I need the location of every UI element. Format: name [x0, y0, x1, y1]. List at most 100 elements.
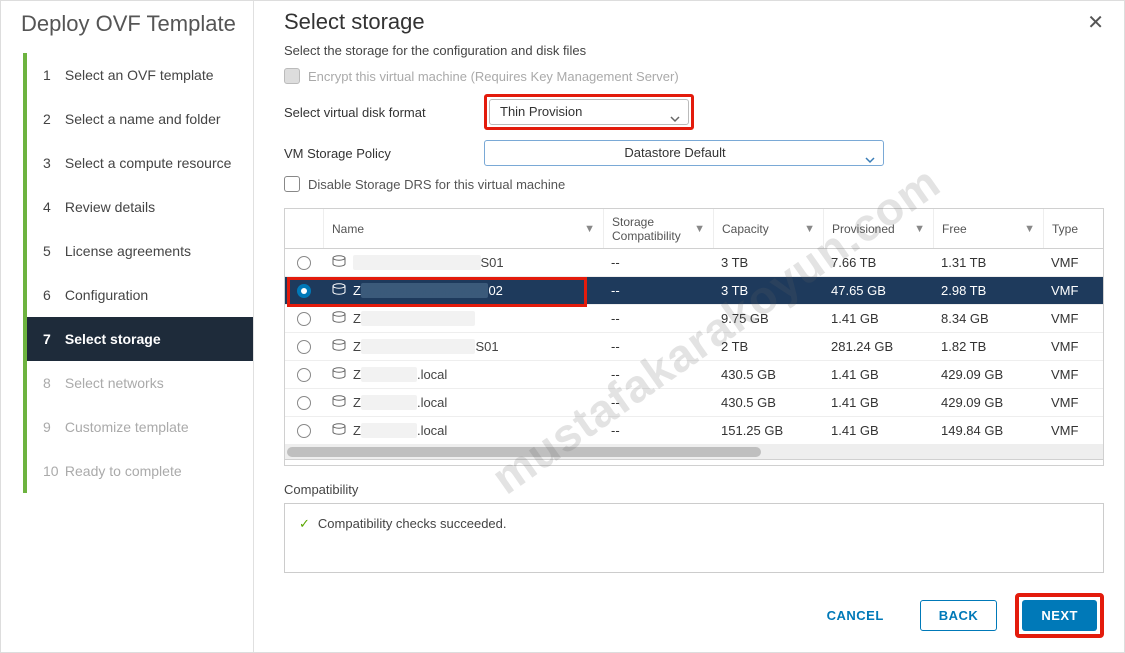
wizard-content: Select storage ✕ Select the storage for … [254, 1, 1124, 652]
check-icon: ✓ [299, 516, 310, 532]
col-free[interactable]: Free▼ [933, 209, 1043, 248]
row-type: VMF [1043, 311, 1103, 326]
table-row[interactable]: xxxxxxxxxxxxxxxxxxxS01--3 TB7.66 TB1.31 … [285, 249, 1103, 277]
row-storage-compat: -- [603, 339, 713, 354]
wizard-step-8[interactable]: 8 Select networks [27, 361, 253, 405]
row-type: VMF [1043, 339, 1103, 354]
wizard-step-2[interactable]: 2 Select a name and folder [27, 97, 253, 141]
wizard-step-6[interactable]: 6 Configuration [27, 273, 253, 317]
chevron-down-icon [670, 108, 680, 132]
close-icon[interactable]: ✕ [1087, 10, 1104, 35]
disk-format-label: Select virtual disk format [284, 105, 484, 120]
table-row[interactable]: Zxxxxxxxxxxxxxxxxx--9.75 GB1.41 GB8.34 G… [285, 305, 1103, 333]
datastore-icon [331, 367, 347, 382]
row-type: VMF [1043, 423, 1103, 438]
row-name: xxxxxxxxxxxxxxxxxxxS01 [323, 255, 603, 270]
row-radio[interactable] [297, 284, 311, 298]
vm-policy-label: VM Storage Policy [284, 146, 484, 161]
row-free: 2.98 TB [933, 283, 1043, 298]
datastore-icon [331, 255, 347, 270]
row-storage-compat: -- [603, 311, 713, 326]
compat-label: Compatibility [284, 482, 1104, 497]
wizard-step-3[interactable]: 3 Select a compute resource [27, 141, 253, 185]
row-radio[interactable] [297, 396, 311, 410]
vm-policy-select[interactable]: Datastore Default [484, 140, 884, 166]
row-type: VMF [1043, 395, 1103, 410]
wizard-title: Deploy OVF Template [21, 11, 253, 37]
row-type: VMF [1043, 255, 1103, 270]
row-capacity: 430.5 GB [713, 367, 823, 382]
col-type[interactable]: Type [1043, 209, 1103, 248]
row-provisioned: 1.41 GB [823, 367, 933, 382]
next-button[interactable]: NEXT [1022, 600, 1097, 631]
filter-icon[interactable]: ▼ [914, 223, 925, 235]
disk-format-value: Thin Provision [500, 104, 582, 119]
compat-message: Compatibility checks succeeded. [318, 516, 507, 531]
row-capacity: 3 TB [713, 283, 823, 298]
row-name: Zxxxxxxxx.local [323, 423, 603, 438]
encrypt-label: Encrypt this virtual machine (Requires K… [308, 69, 679, 84]
wizard-step-4[interactable]: 4 Review details [27, 185, 253, 229]
row-free: 1.82 TB [933, 339, 1043, 354]
table-row[interactable]: Zxxxxxxxx.local--430.5 GB1.41 GB429.09 G… [285, 361, 1103, 389]
wizard-step-9[interactable]: 9 Customize template [27, 405, 253, 449]
filter-icon[interactable]: ▼ [1024, 223, 1035, 235]
table-row[interactable]: Zxxxxxxxx.local--151.25 GB1.41 GB149.84 … [285, 417, 1103, 445]
row-type: VMF [1043, 283, 1103, 298]
wizard-step-7[interactable]: 7 Select storage [27, 317, 253, 361]
cancel-button[interactable]: CANCEL [809, 601, 902, 630]
datastore-icon [331, 423, 347, 438]
row-free: 149.84 GB [933, 423, 1043, 438]
row-capacity: 430.5 GB [713, 395, 823, 410]
filter-icon[interactable]: ▼ [804, 223, 815, 235]
row-free: 429.09 GB [933, 395, 1043, 410]
row-storage-compat: -- [603, 423, 713, 438]
row-provisioned: 1.41 GB [823, 311, 933, 326]
vm-policy-value: Datastore Default [624, 145, 725, 160]
row-provisioned: 1.41 GB [823, 395, 933, 410]
row-capacity: 2 TB [713, 339, 823, 354]
row-radio[interactable] [297, 368, 311, 382]
disk-format-select[interactable]: Thin Provision [489, 99, 689, 125]
row-free: 429.09 GB [933, 367, 1043, 382]
filter-icon[interactable]: ▼ [694, 223, 705, 235]
chevron-down-icon [865, 149, 875, 173]
row-provisioned: 1.41 GB [823, 423, 933, 438]
datastore-icon [331, 311, 347, 326]
back-button[interactable]: BACK [920, 600, 998, 631]
row-capacity: 3 TB [713, 255, 823, 270]
row-provisioned: 47.65 GB [823, 283, 933, 298]
col-capacity[interactable]: Capacity▼ [713, 209, 823, 248]
row-provisioned: 7.66 TB [823, 255, 933, 270]
datastore-icon [331, 395, 347, 410]
filter-icon[interactable]: ▼ [584, 223, 595, 235]
disable-drs-checkbox[interactable] [284, 176, 300, 192]
row-capacity: 151.25 GB [713, 423, 823, 438]
table-row[interactable]: Zxxxxxxxxxxxxxxxxxxx02--3 TB47.65 GB2.98… [285, 277, 1103, 305]
row-provisioned: 281.24 GB [823, 339, 933, 354]
compat-box: ✓ Compatibility checks succeeded. [284, 503, 1104, 573]
row-radio[interactable] [297, 424, 311, 438]
datastore-table: Name▼ Storage Compatibility▼ Capacity▼ P… [284, 208, 1104, 466]
table-row[interactable]: Zxxxxxxxx.local--430.5 GB1.41 GB429.09 G… [285, 389, 1103, 417]
wizard-step-1[interactable]: 1 Select an OVF template [27, 53, 253, 97]
page-title: Select storage [284, 9, 425, 35]
row-name: ZxxxxxxxxxxxxxxxxxS01 [323, 339, 603, 354]
col-storage-compat[interactable]: Storage Compatibility▼ [603, 209, 713, 248]
row-radio[interactable] [297, 256, 311, 270]
row-name: Zxxxxxxxx.local [323, 367, 603, 382]
col-provisioned[interactable]: Provisioned▼ [823, 209, 933, 248]
table-row[interactable]: ZxxxxxxxxxxxxxxxxxS01--2 TB281.24 GB1.82… [285, 333, 1103, 361]
row-free: 1.31 TB [933, 255, 1043, 270]
wizard-step-5[interactable]: 5 License agreements [27, 229, 253, 273]
horizontal-scrollbar[interactable] [285, 445, 1103, 459]
row-storage-compat: -- [603, 367, 713, 382]
datastore-icon [331, 283, 347, 298]
row-radio[interactable] [297, 312, 311, 326]
row-capacity: 9.75 GB [713, 311, 823, 326]
row-free: 8.34 GB [933, 311, 1043, 326]
wizard-step-10[interactable]: 10 Ready to complete [27, 449, 253, 493]
table-header: Name▼ Storage Compatibility▼ Capacity▼ P… [285, 209, 1103, 249]
col-name[interactable]: Name▼ [323, 209, 603, 248]
row-radio[interactable] [297, 340, 311, 354]
